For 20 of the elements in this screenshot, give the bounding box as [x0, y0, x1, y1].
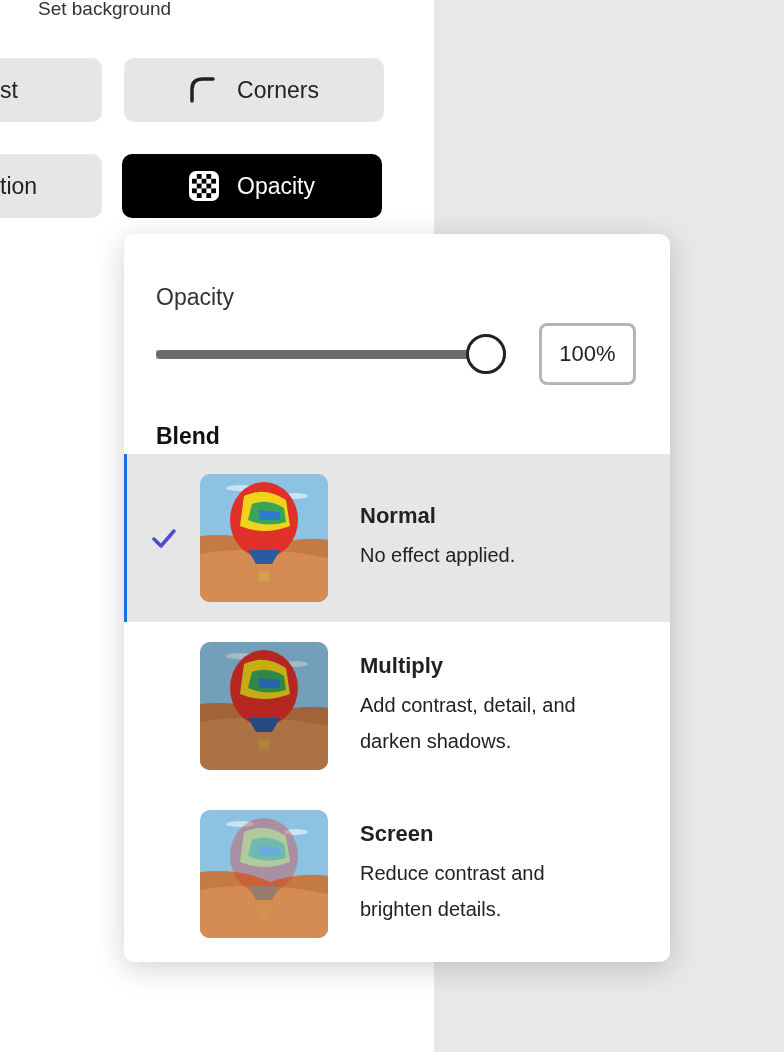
checkerboard-icon: [189, 171, 219, 201]
checkmark-icon: [151, 527, 176, 549]
tool-button[interactable]: Corners: [124, 58, 384, 122]
tool-button[interactable]: tion: [0, 154, 102, 218]
blend-option[interactable]: Screen Reduce contrast and brighten details.: [124, 790, 670, 958]
blend-option[interactable]: Multiply Add contrast, detail, and darken shadows.: [124, 622, 670, 790]
option-title: Multiply: [360, 653, 445, 679]
slider-thumb[interactable]: [466, 334, 506, 374]
option-description: Reduce contrast and brighten details.: [360, 861, 546, 922]
option-description: No effect applied.: [360, 543, 517, 568]
option-description: Add contrast, detail, and darken shadows.: [360, 693, 577, 754]
tool-button[interactable]: st: [0, 58, 102, 122]
option-title: Screen: [360, 821, 435, 847]
opacity-value-field[interactable]: 100%: [539, 323, 636, 385]
section-heading: Set background: [37, 0, 173, 18]
blend-label: Blend: [156, 423, 221, 450]
opacity-label: Opacity: [156, 284, 235, 311]
tool-button[interactable]: Opacity: [122, 154, 382, 218]
blend-option[interactable]: Normal No effect applied.: [124, 454, 670, 622]
option-title: Normal: [360, 503, 437, 529]
